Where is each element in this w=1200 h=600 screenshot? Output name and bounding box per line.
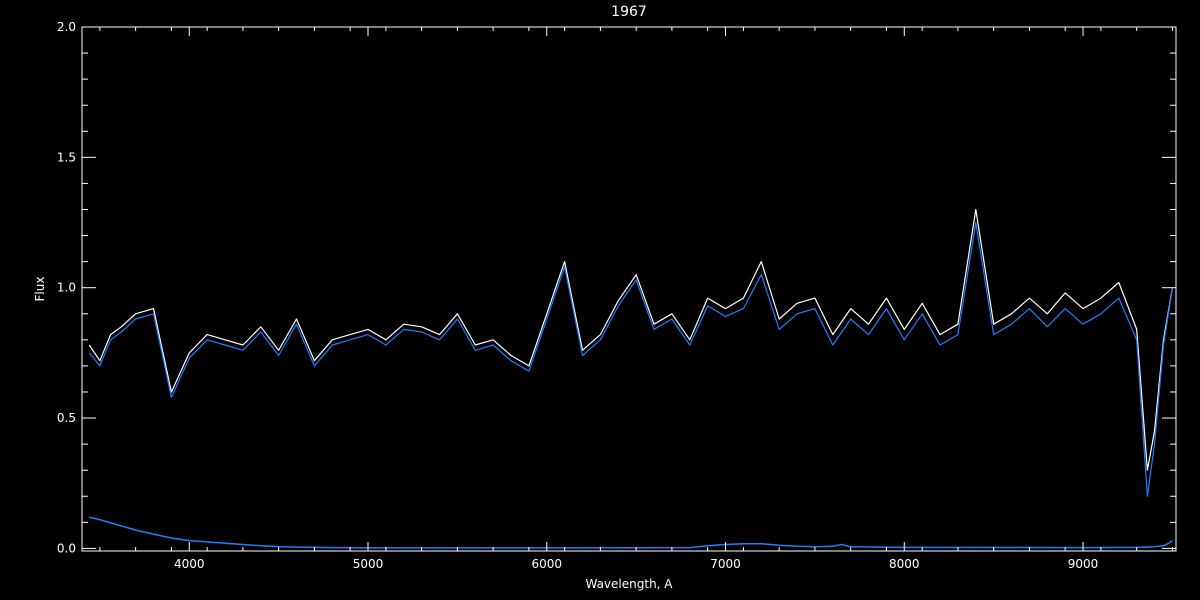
x-tick-label: 4000 bbox=[174, 557, 205, 571]
x-tick-label: 9000 bbox=[1068, 557, 1099, 571]
y-tick-label: 1.0 bbox=[57, 281, 76, 295]
x-tick-label: 6000 bbox=[531, 557, 562, 571]
chart-background bbox=[0, 0, 1200, 600]
chart-title: 1967 bbox=[611, 4, 647, 20]
x-tick-label: 8000 bbox=[889, 557, 920, 571]
spectrum-chart: 4000 5000 6000 7000 8000 90000.00.51.01.52.0 … bbox=[0, 0, 1200, 600]
y-tick-label: 2.0 bbox=[57, 20, 76, 34]
y-axis-label: Flux bbox=[33, 277, 47, 302]
y-tick-label: 0.5 bbox=[57, 411, 76, 425]
x-tick-label: 7000 bbox=[710, 557, 741, 571]
y-tick-label: 1.5 bbox=[57, 150, 76, 164]
x-tick-label: 5000 bbox=[353, 557, 384, 571]
x-axis-label: Wavelength, A bbox=[585, 577, 673, 591]
y-tick-label: 0.0 bbox=[57, 541, 76, 555]
